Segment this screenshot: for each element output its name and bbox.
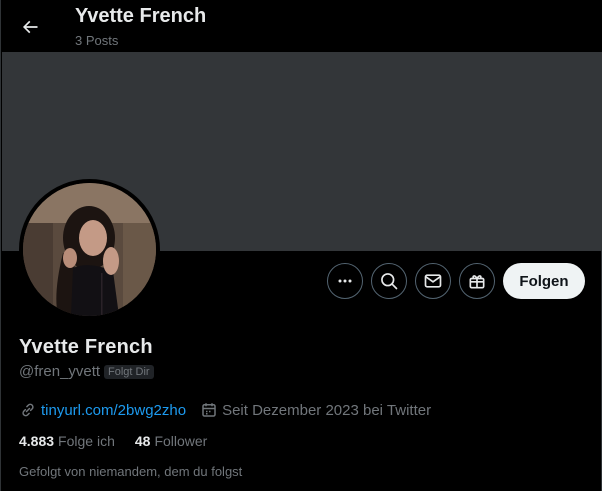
header-title: Yvette French — [75, 5, 207, 27]
follows-you-badge: Folgt Dir — [104, 365, 154, 379]
message-button[interactable] — [415, 263, 451, 299]
profile-meta: tinyurl.com/2bwg2zho Seit Dezember 2023 … — [19, 400, 431, 420]
follow-button[interactable]: Folgen — [503, 263, 585, 299]
gift-button[interactable] — [459, 263, 495, 299]
profile-page: Yvette French 3 Posts Folgen Yvette Fren… — [0, 0, 602, 491]
more-button[interactable] — [327, 263, 363, 299]
envelope-icon — [424, 274, 442, 288]
top-bar: Yvette French 3 Posts — [1, 0, 602, 52]
avatar-photo — [23, 183, 156, 316]
followers-count: 48 — [134, 433, 151, 449]
link-icon — [22, 403, 34, 417]
follow-stats: 4.883 Folge ich 48 Follower — [19, 433, 207, 449]
calendar-icon — [202, 403, 216, 417]
following-link[interactable]: 4.883 Folge ich — [19, 433, 115, 449]
profile-handle: @fren_yvett — [19, 363, 101, 380]
followers-link[interactable]: 48 Follower — [135, 433, 207, 449]
join-date: Seit Dezember 2023 bei Twitter — [222, 401, 432, 419]
avatar[interactable] — [19, 179, 160, 320]
post-count: 3 Posts — [75, 33, 119, 48]
arrow-left-icon — [22, 20, 38, 34]
following-count: 4.883 — [19, 433, 55, 449]
back-button[interactable] — [13, 10, 47, 44]
following-label: Folge ich — [58, 433, 115, 449]
gift-icon — [469, 275, 485, 289]
followers-label: Follower — [154, 433, 208, 449]
profile-link[interactable]: tinyurl.com/2bwg2zho — [41, 402, 186, 419]
profile-name: Yvette French — [19, 336, 153, 358]
search-button[interactable] — [371, 263, 407, 299]
more-icon — [338, 279, 352, 283]
followed-by-text: Gefolgt von niemandem, dem du folgst — [19, 464, 243, 479]
search-icon — [381, 273, 398, 290]
